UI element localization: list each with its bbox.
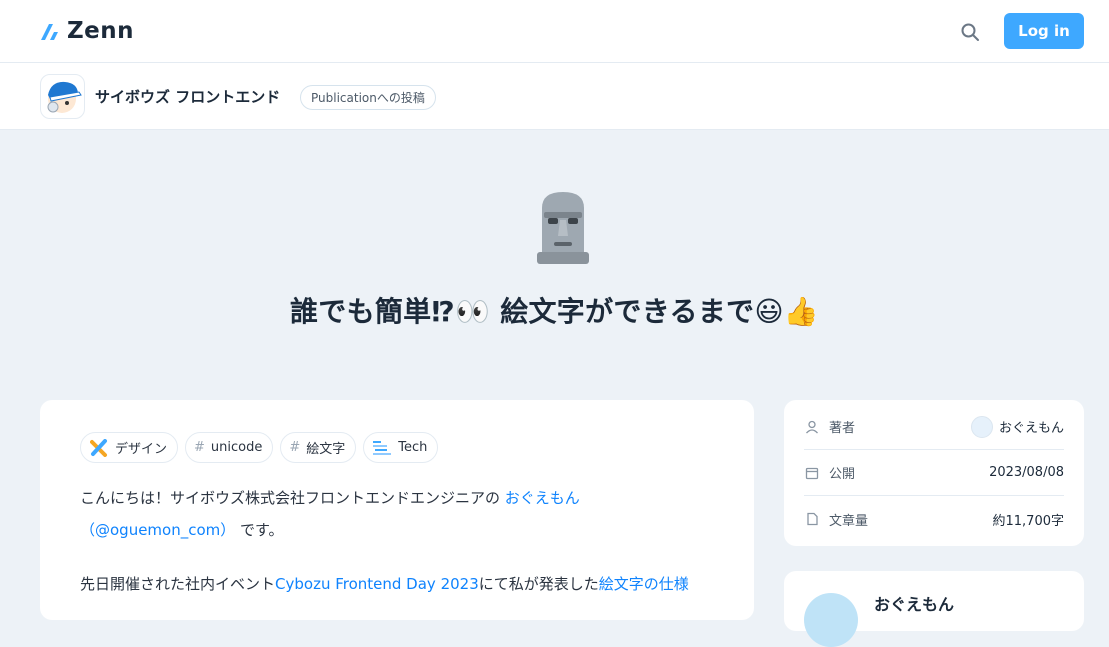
info-row-length: 文章量 約11,700字: [804, 496, 1064, 542]
publication-avatar[interactable]: [40, 74, 85, 119]
publication-badge: Publicationへの投稿: [300, 85, 436, 110]
spec-link[interactable]: 絵文字の仕様: [599, 575, 689, 593]
event-text-mid: にて私が発表した: [478, 575, 599, 593]
topic-label: Tech: [398, 440, 428, 455]
article-info-card: 著者 おぐえもん 公開 2023/08/08 文章量 約11,700字: [784, 400, 1084, 546]
twitter-link[interactable]: （@oguemon_com）: [80, 521, 235, 539]
info-row-published: 公開 2023/08/08: [804, 450, 1064, 496]
publication-name[interactable]: サイボウズ フロントエンド: [95, 86, 280, 107]
intro-tail: です。: [235, 521, 284, 539]
word-count: 約11,700字: [992, 513, 1065, 529]
article-body-card: デザイン # unicode # 絵文字 Tech こんにちは！サイボウズ株式会…: [40, 400, 754, 620]
info-label: 著者: [829, 421, 856, 436]
topic-label: 絵文字: [306, 442, 346, 457]
author-link[interactable]: おぐえもん: [505, 489, 580, 507]
logo-text: Zenn: [67, 18, 135, 44]
author-card-name[interactable]: おぐえもん: [874, 591, 954, 615]
publication-bar: サイボウズ フロントエンド Publicationへの投稿: [0, 63, 1109, 130]
author-card-avatar[interactable]: [804, 593, 858, 647]
topic-emoji[interactable]: # 絵文字: [280, 432, 357, 463]
site-header: Zenn Log in: [0, 0, 1109, 63]
topic-tech[interactable]: Tech: [363, 432, 439, 463]
design-icon: [89, 438, 109, 458]
article-title: 誰でも簡単⁉︎👀 絵文字ができるまで😃👍: [289, 295, 819, 328]
author-avatar: [970, 415, 993, 438]
topic-label: unicode: [210, 440, 263, 455]
moai-icon: [534, 190, 592, 268]
event-text: 先日開催された社内イベント: [80, 575, 276, 593]
calendar-icon: [804, 465, 820, 481]
event-link[interactable]: Cybozu Frontend Day 2023: [275, 575, 479, 593]
author-name: おぐえもん: [998, 421, 1064, 436]
paragraph-event: 先日開催された社内イベントCybozu Frontend Day 2023にて私…: [80, 568, 720, 600]
zenn-logo[interactable]: Zenn: [40, 17, 134, 45]
topic-label: デザイン: [115, 442, 168, 457]
search-icon[interactable]: [957, 19, 983, 45]
info-label: 公開: [829, 467, 856, 482]
topic-design[interactable]: デザイン: [80, 432, 179, 463]
hash-icon: #: [289, 440, 301, 455]
author-card: おぐえもん: [784, 571, 1084, 647]
document-icon: [804, 511, 820, 527]
published-date: 2023/08/08: [989, 465, 1064, 480]
hash-icon: #: [194, 440, 205, 455]
zenn-logo-icon: [41, 24, 58, 40]
tech-icon: [372, 438, 392, 458]
login-button[interactable]: Log in: [1004, 13, 1084, 49]
intro-text: こんにちは！サイボウズ株式会社フロントエンドエンジニアの: [80, 489, 505, 507]
topic-unicode[interactable]: # unicode: [185, 432, 274, 463]
author-value[interactable]: おぐえもん: [970, 415, 1064, 438]
paragraph-intro: こんにちは！サイボウズ株式会社フロントエンドエンジニアの おぐえもん （@ogue…: [80, 482, 720, 546]
info-row-author: 著者 おぐえもん: [804, 404, 1064, 450]
topic-list: デザイン # unicode # 絵文字 Tech: [80, 432, 439, 463]
user-icon: [804, 419, 820, 435]
info-label: 文章量: [829, 513, 869, 529]
